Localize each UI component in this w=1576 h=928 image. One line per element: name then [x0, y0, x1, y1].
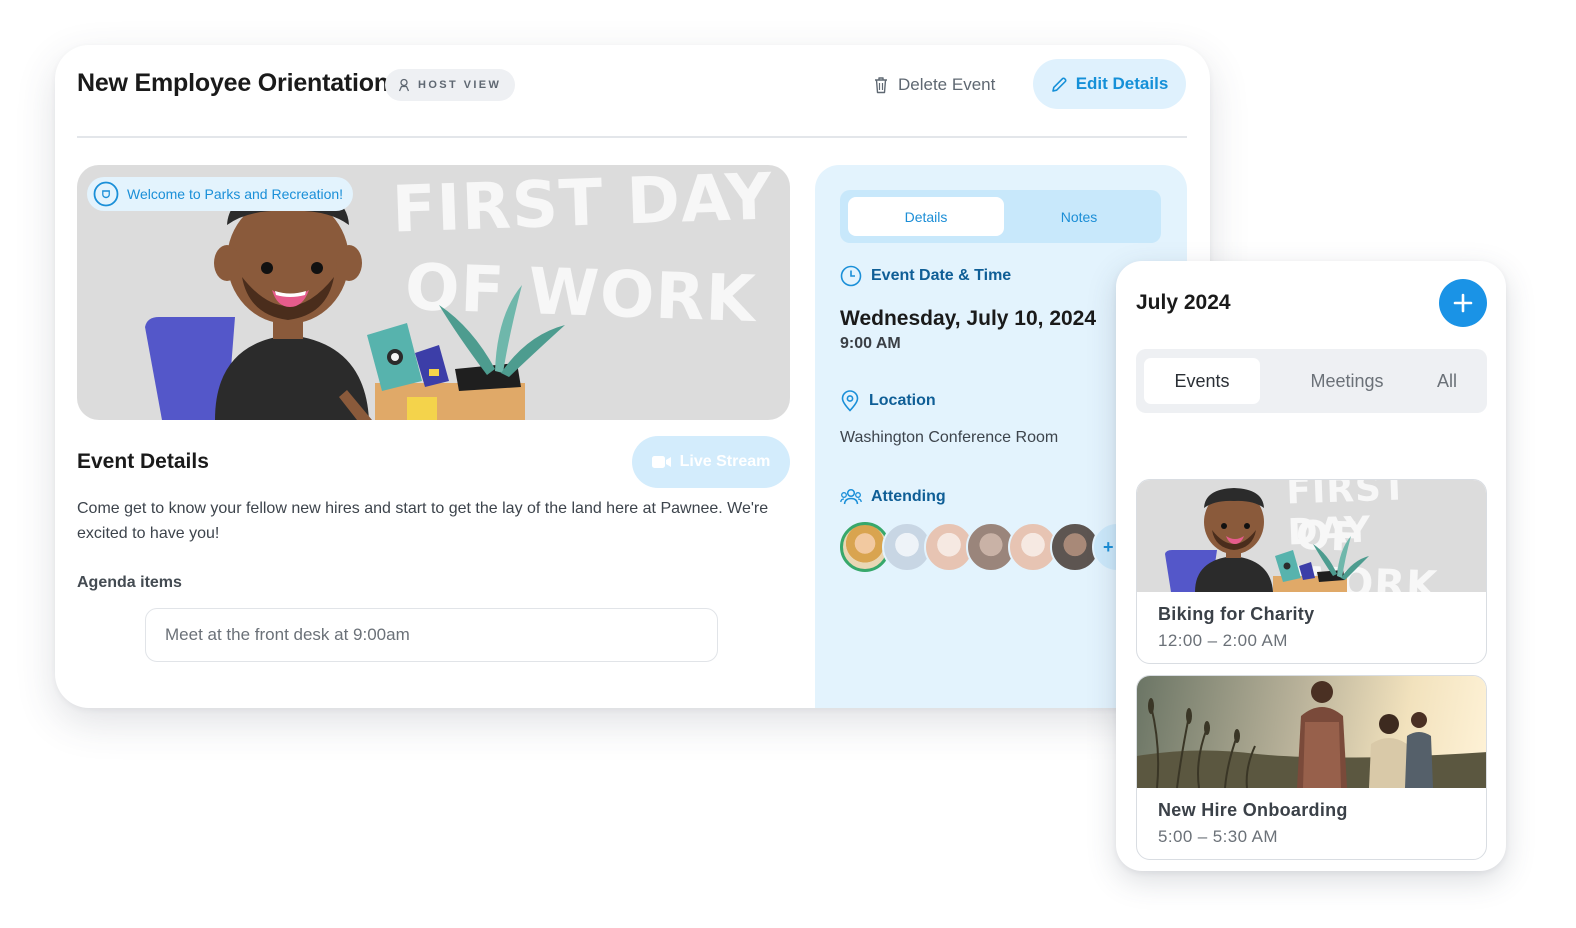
edit-details-label: Edit Details [1075, 74, 1169, 93]
video-camera-icon [651, 456, 671, 468]
location-heading-text: Location [869, 392, 936, 409]
delete-event-label: Delete Event [898, 75, 996, 94]
calendar-event-card[interactable]: New Hire Onboarding 5:00 – 5:30 AM [1136, 675, 1487, 860]
calendar-event-name: Biking for Charity [1158, 604, 1315, 624]
clock-icon [840, 265, 862, 287]
calendar-month: July 2024 [1136, 291, 1231, 314]
event-details-heading: Event Details [77, 450, 209, 473]
date-time-heading-text: Event Date & Time [871, 267, 1012, 284]
delete-event-button[interactable]: Delete Event [873, 71, 995, 99]
host-icon [398, 78, 410, 92]
calendar-event-name: New Hire Onboarding [1158, 800, 1348, 820]
tab-events[interactable]: Events [1144, 358, 1260, 404]
new-employee-illustration [1165, 488, 1369, 592]
pencil-icon [1051, 76, 1067, 92]
tab-details[interactable]: Details [848, 197, 1004, 236]
tab-notes[interactable]: Notes [1004, 197, 1154, 236]
calendar-event-time: 12:00 – 2:00 AM [1158, 631, 1288, 650]
welcome-tag: ᗜ Welcome to Parks and Recreation! [87, 177, 354, 211]
live-stream-label: Live Stream [679, 453, 771, 470]
tab-meetings[interactable]: Meetings [1272, 358, 1422, 404]
event-thumbnail: FIRST DAY OF WORK [1137, 480, 1486, 592]
parks-logo-icon: ᗜ [93, 181, 119, 207]
host-view-label: HOST VIEW [418, 79, 502, 91]
header-divider [77, 136, 1187, 138]
event-card: New Employee Orientation HOST VIEW Delet… [55, 45, 1210, 708]
info-tabs: Details Notes [840, 190, 1161, 243]
event-location: Washington Conference Room [840, 429, 1059, 446]
event-banner-image: FIRST DAY OF WORK ᗜ Welcome to Parks and… [77, 165, 790, 420]
live-stream-button[interactable]: Live Stream [632, 436, 790, 488]
host-view-badge: HOST VIEW [385, 69, 516, 101]
date-time-heading: Event Date & Time [840, 265, 1011, 287]
attending-heading-text: Attending [871, 488, 946, 505]
welcome-text: Welcome to Parks and Recreation! [127, 186, 344, 202]
tab-all[interactable]: All [1416, 358, 1478, 404]
people-icon [840, 488, 862, 505]
calendar-event-card[interactable]: FIRST DAY OF WORK Biking for Charity 12:… [1136, 479, 1487, 664]
event-description: Come get to know your fellow new hires a… [77, 500, 769, 542]
add-event-button[interactable] [1439, 279, 1487, 327]
calendar-event-time: 5:00 – 5:30 AM [1158, 827, 1278, 846]
plus-icon [1453, 293, 1473, 313]
event-thumbnail [1137, 676, 1486, 788]
event-title: New Employee Orientation [77, 69, 389, 97]
event-date: Wednesday, July 10, 2024 [840, 307, 1097, 330]
agenda-item-field[interactable]: Meet at the front desk at 9:00am [145, 608, 718, 662]
page: New Employee Orientation HOST VIEW Delet… [0, 0, 1576, 928]
trash-icon [875, 77, 887, 94]
calendar-card: July 2024 Events Meetings All FIRST DAY … [1116, 261, 1506, 871]
map-pin-icon [841, 390, 859, 412]
edit-details-button[interactable]: Edit Details [1033, 59, 1186, 109]
svg-text:ᗜ: ᗜ [102, 189, 111, 201]
calendar-filter-tabs: Events Meetings All [1136, 349, 1487, 413]
event-time: 9:00 AM [840, 335, 901, 352]
agenda-label: Agenda items [77, 574, 182, 591]
attending-heading: Attending [840, 487, 946, 507]
location-heading: Location [840, 390, 936, 412]
hikers-photo [1137, 681, 1486, 788]
attendee-avatars: + [840, 522, 1142, 574]
